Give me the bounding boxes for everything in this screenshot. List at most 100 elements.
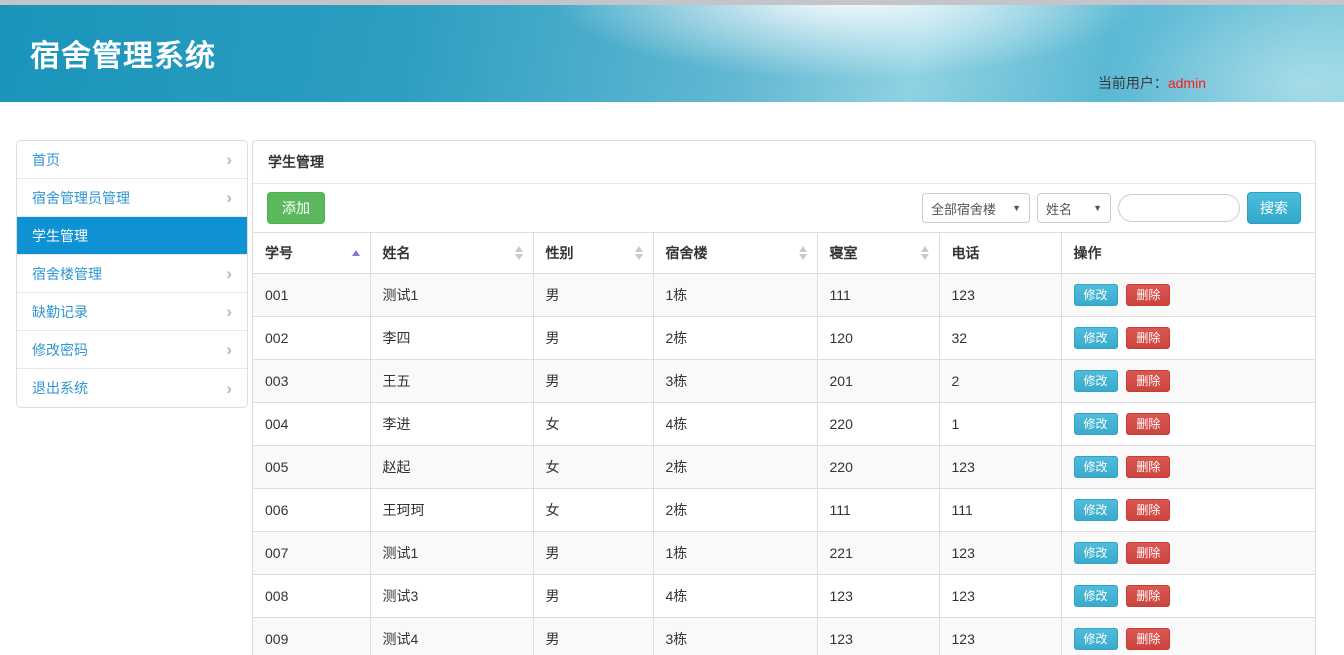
column-header[interactable]: 电话 (939, 233, 1061, 274)
column-header[interactable]: 学号 (253, 233, 370, 274)
table-row: 007 测试1 男 1栋 221 123 修改 删除 (253, 532, 1315, 575)
cell-actions: 修改 删除 (1061, 317, 1315, 360)
chevron-right-icon: › (226, 151, 232, 168)
cell-name: 赵起 (370, 446, 533, 489)
column-header[interactable]: 寝室 (817, 233, 939, 274)
cell-phone: 123 (939, 274, 1061, 317)
column-header-label: 电话 (952, 245, 980, 261)
sidebar-item[interactable]: 宿舍管理员管理 › (17, 179, 247, 217)
cell-name: 测试3 (370, 575, 533, 618)
chevron-right-icon: › (226, 265, 232, 282)
building-filter-select[interactable]: 全部宿舍楼 ▼ (922, 193, 1030, 223)
page-layout: 首页 › 宿舍管理员管理 › 学生管理 › 宿舍楼管理 › 缺勤记录 › 修改密… (0, 102, 1344, 655)
sort-icon (352, 250, 360, 256)
search-input[interactable] (1118, 194, 1240, 222)
edit-button[interactable]: 修改 (1074, 456, 1118, 478)
sidebar-item[interactable]: 缺勤记录 › (17, 293, 247, 331)
sidebar-item[interactable]: 宿舍楼管理 › (17, 255, 247, 293)
column-header[interactable]: 性别 (533, 233, 653, 274)
table-row: 004 李进 女 4栋 220 1 修改 删除 (253, 403, 1315, 446)
delete-button[interactable]: 删除 (1126, 628, 1170, 650)
cell-phone: 123 (939, 532, 1061, 575)
chevron-right-icon: › (226, 189, 232, 206)
cell-phone: 123 (939, 575, 1061, 618)
table-header-row: 学号 姓名 性别 宿舍楼 (253, 233, 1315, 274)
table-row: 005 赵起 女 2栋 220 123 修改 删除 (253, 446, 1315, 489)
cell-name: 测试4 (370, 618, 533, 655)
sidebar-item[interactable]: 首页 › (17, 141, 247, 179)
sidebar-item[interactable]: 退出系统 › (17, 369, 247, 407)
edit-button[interactable]: 修改 (1074, 542, 1118, 564)
column-header[interactable]: 姓名 (370, 233, 533, 274)
cell-phone: 123 (939, 446, 1061, 489)
cell-actions: 修改 删除 (1061, 532, 1315, 575)
chevron-right-icon: › (226, 380, 232, 397)
delete-button[interactable]: 删除 (1126, 370, 1170, 392)
column-header[interactable]: 操作 (1061, 233, 1315, 274)
cell-gender: 男 (533, 618, 653, 655)
column-header[interactable]: 宿舍楼 (653, 233, 817, 274)
sidebar-item-label: 学生管理 (32, 226, 88, 246)
cell-building: 2栋 (653, 489, 817, 532)
edit-button[interactable]: 修改 (1074, 284, 1118, 306)
cell-student-id: 003 (253, 360, 370, 403)
table-row: 008 测试3 男 4栋 123 123 修改 删除 (253, 575, 1315, 618)
cell-phone: 1 (939, 403, 1061, 446)
app-title: 宿舍管理系统 (30, 31, 216, 75)
cell-gender: 女 (533, 446, 653, 489)
cell-building: 2栋 (653, 446, 817, 489)
add-button[interactable]: 添加 (267, 192, 325, 224)
field-filter-select[interactable]: 姓名 ▼ (1037, 193, 1111, 223)
delete-button[interactable]: 删除 (1126, 585, 1170, 607)
cell-gender: 男 (533, 532, 653, 575)
cell-building: 3栋 (653, 360, 817, 403)
delete-button[interactable]: 删除 (1126, 499, 1170, 521)
current-user-info: 当前用户：admin (1098, 73, 1206, 93)
edit-button[interactable]: 修改 (1074, 628, 1118, 650)
cell-actions: 修改 删除 (1061, 360, 1315, 403)
cell-actions: 修改 删除 (1061, 618, 1315, 655)
cell-phone: 111 (939, 489, 1061, 532)
sort-icon (635, 246, 643, 260)
cell-phone: 123 (939, 618, 1061, 655)
building-filter-value: 全部宿舍楼 (931, 199, 996, 218)
edit-button[interactable]: 修改 (1074, 499, 1118, 521)
edit-button[interactable]: 修改 (1074, 327, 1118, 349)
cell-name: 测试1 (370, 274, 533, 317)
column-header-label: 操作 (1074, 245, 1102, 261)
cell-name: 王五 (370, 360, 533, 403)
chevron-right-icon: › (226, 341, 232, 358)
search-button[interactable]: 搜索 (1247, 192, 1301, 224)
chevron-right-icon: › (226, 303, 232, 320)
cell-gender: 男 (533, 317, 653, 360)
sidebar-item[interactable]: 学生管理 › (17, 217, 247, 255)
delete-button[interactable]: 删除 (1126, 456, 1170, 478)
cell-room: 111 (817, 274, 939, 317)
app-header: 宿舍管理系统 当前用户：admin (0, 5, 1344, 102)
caret-down-icon: ▼ (1093, 203, 1102, 213)
cell-name: 王珂珂 (370, 489, 533, 532)
cell-building: 4栋 (653, 575, 817, 618)
cell-name: 李四 (370, 317, 533, 360)
table-row: 006 王珂珂 女 2栋 111 111 修改 删除 (253, 489, 1315, 532)
cell-actions: 修改 删除 (1061, 403, 1315, 446)
cell-building: 2栋 (653, 317, 817, 360)
cell-building: 1栋 (653, 274, 817, 317)
table-row: 002 李四 男 2栋 120 32 修改 删除 (253, 317, 1315, 360)
table-row: 003 王五 男 3栋 201 2 修改 删除 (253, 360, 1315, 403)
delete-button[interactable]: 删除 (1126, 284, 1170, 306)
delete-button[interactable]: 删除 (1126, 327, 1170, 349)
sidebar-item-label: 首页 (32, 150, 60, 170)
edit-button[interactable]: 修改 (1074, 585, 1118, 607)
cell-actions: 修改 删除 (1061, 274, 1315, 317)
cell-gender: 女 (533, 489, 653, 532)
column-header-label: 学号 (265, 245, 293, 261)
sort-icon (921, 246, 929, 260)
delete-button[interactable]: 删除 (1126, 413, 1170, 435)
students-table: 学号 姓名 性别 宿舍楼 (253, 232, 1315, 655)
cell-gender: 男 (533, 360, 653, 403)
delete-button[interactable]: 删除 (1126, 542, 1170, 564)
edit-button[interactable]: 修改 (1074, 413, 1118, 435)
edit-button[interactable]: 修改 (1074, 370, 1118, 392)
sidebar-item[interactable]: 修改密码 › (17, 331, 247, 369)
